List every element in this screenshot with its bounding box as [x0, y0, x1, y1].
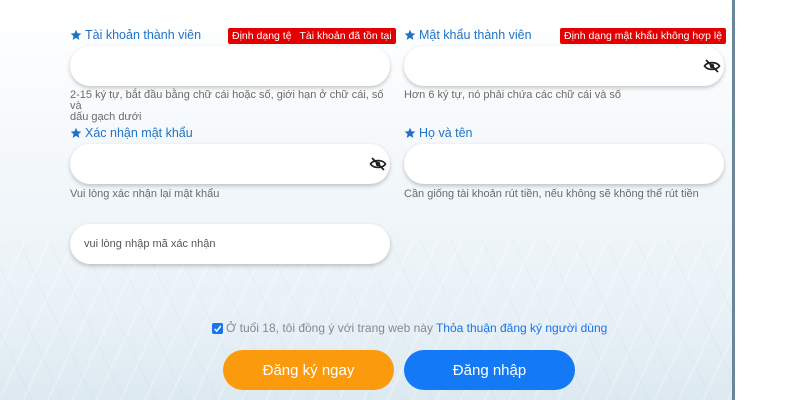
full-name-input[interactable]	[404, 144, 724, 184]
full-name-field-group: Họ và tên Cần giống tài khoản rút tiền, …	[404, 126, 724, 201]
confirm-password-field-group: Xác nhận mật khẩu Vui lòng xác nhận lại …	[70, 126, 390, 201]
username-label: Tài khoản thành viên	[70, 28, 201, 42]
username-error-text: Tài khoản đã tồn tại	[299, 30, 392, 42]
password-hint: Hơn 6 ký tự, nó phải chứa các chữ cái và…	[404, 89, 622, 101]
agreement-text: Ở tuổi 18, tôi đồng ý với trang web này	[226, 321, 433, 335]
username-label-text: Tài khoản thành viên	[85, 28, 202, 42]
captcha-input[interactable]	[70, 224, 390, 264]
username-field-group: Tài khoản thành viên Định dạng tệ Tài kh…	[70, 28, 396, 123]
username-input[interactable]	[70, 46, 390, 86]
check-icon	[213, 324, 222, 332]
agreement-checkbox[interactable]	[212, 322, 223, 334]
star-icon	[404, 29, 416, 41]
confirm-password-input[interactable]	[70, 144, 390, 184]
star-icon	[404, 127, 416, 139]
confirm-password-hint: Vui lòng xác nhận lại mật khẩu	[70, 188, 220, 200]
password-label: Mật khẩu thành viên	[404, 28, 532, 42]
confirm-password-label-text: Xác nhận mật khẩu	[85, 126, 193, 140]
star-icon	[70, 29, 82, 41]
username-hint-line2: dấu gạch dưới	[70, 111, 142, 123]
password-input[interactable]	[404, 46, 724, 86]
user-agreement-link[interactable]: Thỏa thuận đăng ký người dùng	[436, 321, 607, 335]
full-name-label: Họ và tên	[404, 126, 473, 140]
page-margin	[735, 0, 800, 400]
star-icon	[70, 127, 82, 139]
confirm-password-label: Xác nhận mật khẩu	[70, 126, 193, 140]
username-hint-line1: 2-15 ký tự, bắt đầu bằng chữ cái hoặc số…	[70, 89, 384, 112]
username-error-prefix: Định dạng tệ	[232, 30, 292, 42]
agreement-row: Ở tuổi 18, tôi đồng ý với trang web này …	[212, 321, 607, 335]
eye-off-icon[interactable]	[369, 157, 387, 171]
password-label-text: Mật khẩu thành viên	[419, 28, 532, 42]
password-error-badge: Định dạng mật khẩu không hợp lệ	[560, 28, 727, 44]
password-field-group: Mật khẩu thành viên Định dạng mật khẩu k…	[404, 28, 727, 108]
login-button[interactable]: Đăng nhập	[404, 350, 575, 390]
full-name-hint: Cần giống tài khoản rút tiền, nếu không …	[404, 188, 699, 200]
registration-panel: Tài khoản thành viên Định dạng tệ Tài kh…	[0, 0, 732, 400]
full-name-label-text: Họ và tên	[419, 126, 473, 140]
username-error-badge: Định dạng tệ Tài khoản đã tồn tại	[228, 28, 396, 44]
register-button[interactable]: Đăng ký ngay	[223, 350, 394, 390]
eye-off-icon[interactable]	[703, 59, 721, 73]
username-hint: 2-15 ký tự, bắt đầu bằng chữ cái hoặc số…	[70, 90, 392, 123]
